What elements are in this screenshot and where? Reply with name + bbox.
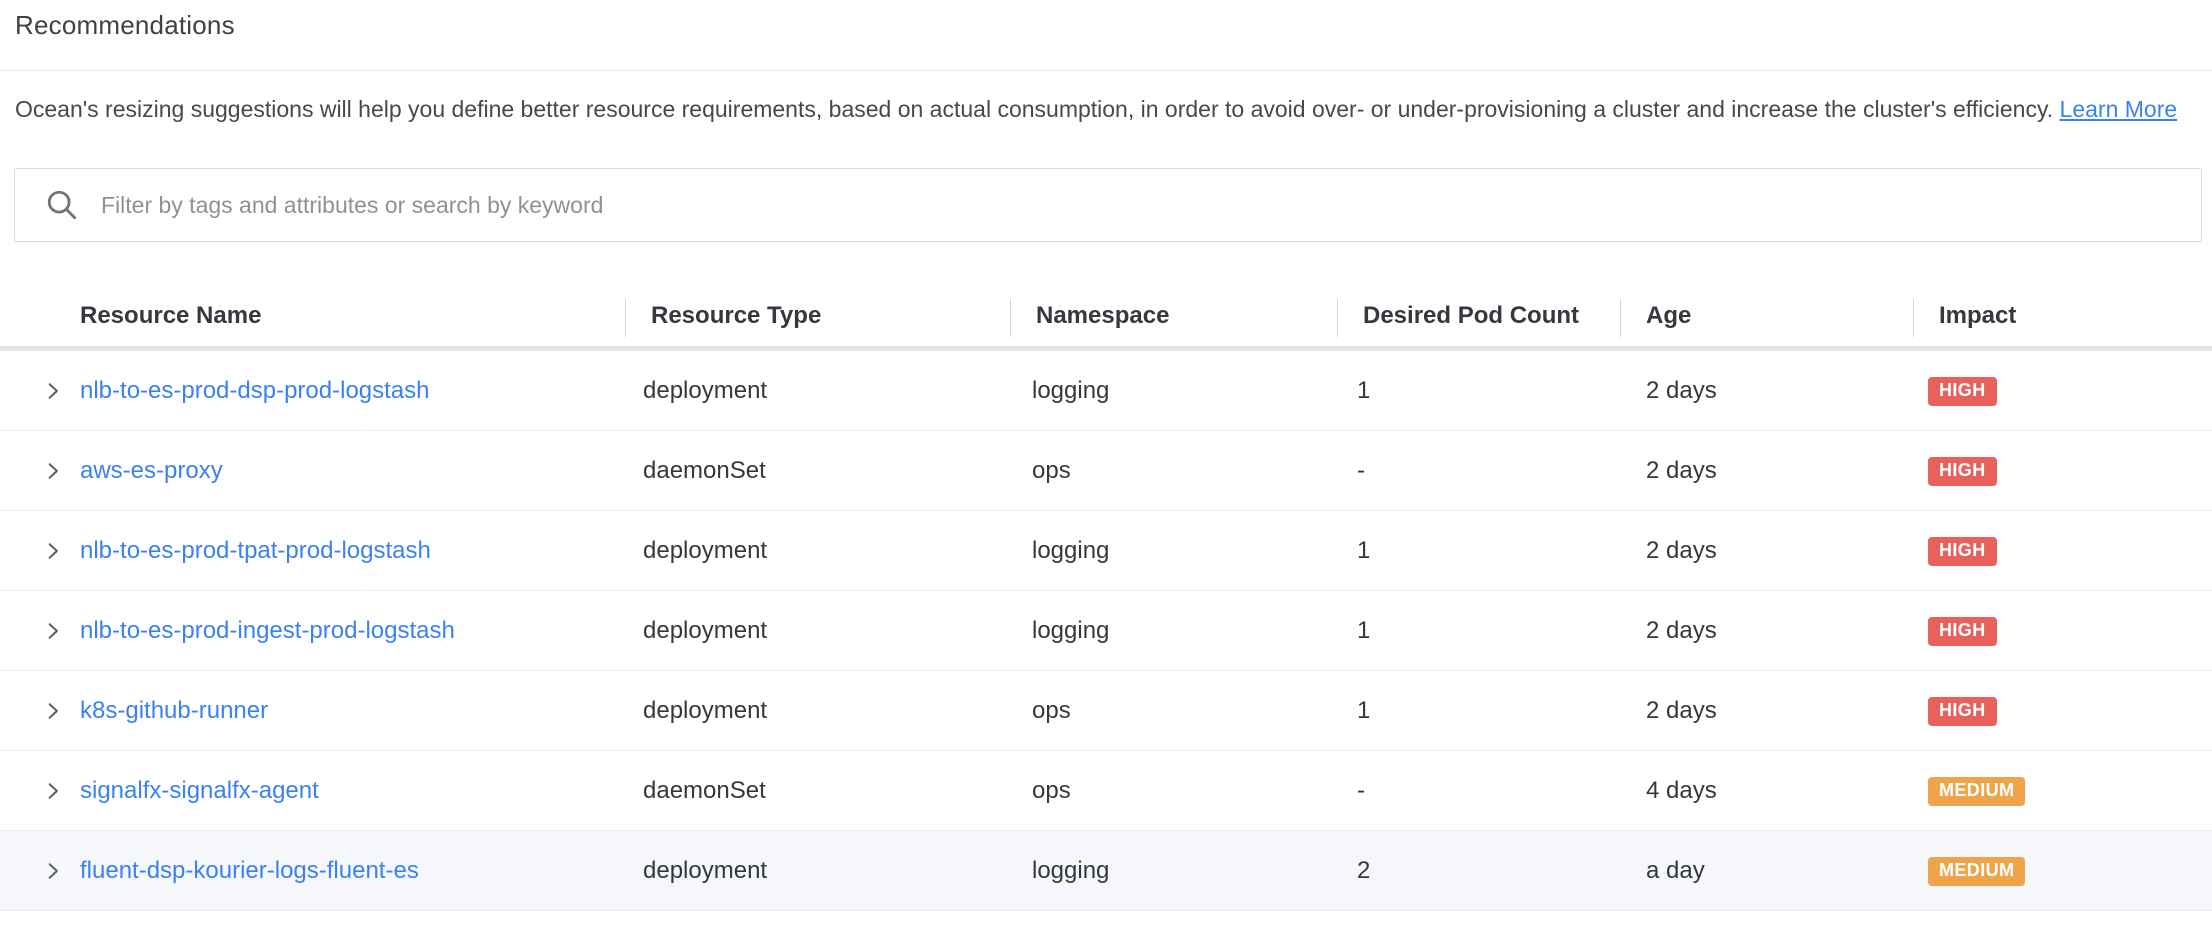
desired-pod-count-cell: 1 [1337,697,1620,725]
resource-type-cell: deployment [625,697,1010,725]
namespace-cell: ops [1010,457,1337,485]
table-header-row: Resource Name Resource Type Namespace De… [0,286,2212,351]
namespace-cell: logging [1010,377,1337,405]
resource-name-cell: fluent-dsp-kourier-logs-fluent-es [0,857,625,885]
resource-type-cell: deployment [625,377,1010,405]
impact-badge: HIGH [1928,697,1997,726]
resource-name-link[interactable]: nlb-to-es-prod-ingest-prod-logstash [80,617,455,645]
namespace-cell: logging [1010,617,1337,645]
chevron-right-icon[interactable] [44,542,62,560]
desired-pod-count-cell: 2 [1337,857,1620,885]
chevron-right-icon[interactable] [44,382,62,400]
impact-cell: HIGH [1913,695,2212,726]
table-row[interactable]: signalfx-signalfx-agent daemonSet ops - … [0,751,2212,831]
recommendations-table: Resource Name Resource Type Namespace De… [0,286,2212,911]
desired-pod-count-cell: - [1337,777,1620,805]
impact-badge: HIGH [1928,617,1997,646]
impact-badge: HIGH [1928,377,1997,406]
chevron-right-icon[interactable] [44,862,62,880]
age-cell: 2 days [1620,617,1913,645]
desired-pod-count-cell: 1 [1337,617,1620,645]
recommendations-page: Recommendations Ocean's resizing suggest… [0,0,2212,940]
col-header-impact[interactable]: Impact [1913,286,2212,346]
impact-cell: HIGH [1913,455,2212,486]
col-header-namespace[interactable]: Namespace [1010,286,1337,346]
resource-name-cell: aws-es-proxy [0,457,625,485]
resource-name-cell: nlb-to-es-prod-dsp-prod-logstash [0,377,625,405]
resource-name-cell: k8s-github-runner [0,697,625,725]
impact-badge: HIGH [1928,537,1997,566]
table-row[interactable]: nlb-to-es-prod-dsp-prod-logstash deploym… [0,351,2212,431]
resource-name-cell: nlb-to-es-prod-ingest-prod-logstash [0,617,625,645]
chevron-right-icon[interactable] [44,462,62,480]
col-header-resource-type[interactable]: Resource Type [625,286,1010,346]
description: Ocean's resizing suggestions will help y… [15,90,2190,128]
resource-type-cell: deployment [625,537,1010,565]
namespace-cell: logging [1010,537,1337,565]
impact-badge: MEDIUM [1928,857,2025,886]
resource-name-link[interactable]: signalfx-signalfx-agent [80,777,319,805]
search-input[interactable] [101,192,2177,219]
impact-cell: HIGH [1913,375,2212,406]
chevron-right-icon[interactable] [44,702,62,720]
col-header-age[interactable]: Age [1620,286,1913,346]
impact-cell: HIGH [1913,535,2212,566]
resource-name-link[interactable]: aws-es-proxy [80,457,223,485]
namespace-cell: logging [1010,857,1337,885]
impact-badge: MEDIUM [1928,777,2025,806]
resource-name-link[interactable]: k8s-github-runner [80,697,268,725]
resource-name-link[interactable]: nlb-to-es-prod-tpat-prod-logstash [80,537,431,565]
table-row[interactable]: k8s-github-runner deployment ops 1 2 day… [0,671,2212,751]
resource-type-cell: daemonSet [625,457,1010,485]
age-cell: 2 days [1620,697,1913,725]
impact-cell: HIGH [1913,615,2212,646]
impact-cell: MEDIUM [1913,855,2212,886]
resource-type-cell: deployment [625,857,1010,885]
chevron-right-icon[interactable] [44,622,62,640]
search-icon [45,188,79,222]
desired-pod-count-cell: - [1337,457,1620,485]
table-body: nlb-to-es-prod-dsp-prod-logstash deploym… [0,351,2212,911]
desired-pod-count-cell: 1 [1337,377,1620,405]
col-header-resource-name[interactable]: Resource Name [0,286,625,346]
namespace-cell: ops [1010,697,1337,725]
age-cell: 4 days [1620,777,1913,805]
resource-type-cell: deployment [625,617,1010,645]
learn-more-link[interactable]: Learn More [2060,96,2178,122]
age-cell: a day [1620,857,1913,885]
resource-name-link[interactable]: nlb-to-es-prod-dsp-prod-logstash [80,377,430,405]
resource-name-cell: signalfx-signalfx-agent [0,777,625,805]
table-row[interactable]: nlb-to-es-prod-tpat-prod-logstash deploy… [0,511,2212,591]
impact-badge: HIGH [1928,457,1997,486]
resource-name-link[interactable]: fluent-dsp-kourier-logs-fluent-es [80,857,419,885]
filter-search-box[interactable] [14,168,2202,242]
page-header: Recommendations [0,0,2212,71]
description-text: Ocean's resizing suggestions will help y… [15,96,2053,122]
age-cell: 2 days [1620,457,1913,485]
resource-type-cell: daemonSet [625,777,1010,805]
impact-cell: MEDIUM [1913,775,2212,806]
page-title: Recommendations [15,10,2212,41]
table-row[interactable]: aws-es-proxy daemonSet ops - 2 days HIGH [0,431,2212,511]
resource-name-cell: nlb-to-es-prod-tpat-prod-logstash [0,537,625,565]
chevron-right-icon[interactable] [44,782,62,800]
col-header-desired-pod-count[interactable]: Desired Pod Count [1337,286,1620,346]
namespace-cell: ops [1010,777,1337,805]
table-row[interactable]: fluent-dsp-kourier-logs-fluent-es deploy… [0,831,2212,911]
age-cell: 2 days [1620,377,1913,405]
age-cell: 2 days [1620,537,1913,565]
desired-pod-count-cell: 1 [1337,537,1620,565]
table-row[interactable]: nlb-to-es-prod-ingest-prod-logstash depl… [0,591,2212,671]
